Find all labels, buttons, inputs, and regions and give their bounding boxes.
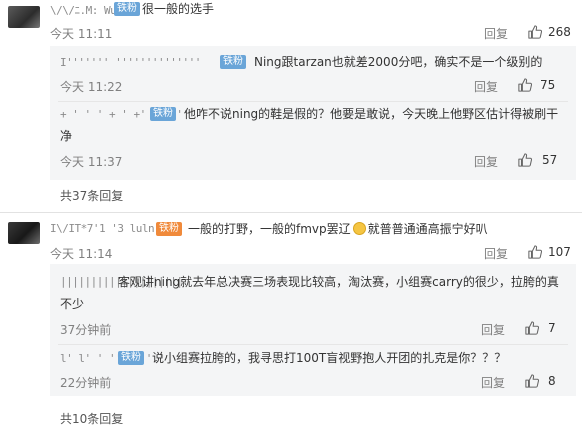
reply-text-line-2: 净 [60, 129, 73, 143]
more-replies-link[interactable]: 共37条回复 [60, 187, 123, 204]
reply-button[interactable]: 回复 [481, 321, 505, 338]
like-count: 8 [548, 374, 556, 388]
fan-badge: 铁粉 [156, 222, 182, 236]
avatar[interactable] [8, 6, 40, 28]
comment-text-part-1: 一般的打野，一般的fmvp罢辽 [188, 222, 351, 236]
reply-time: 今天 11:37 [60, 155, 123, 169]
fan-badge: 铁粉 [118, 351, 144, 365]
username[interactable]: \/\/ﾆ.M: Wu [50, 2, 117, 18]
reply-button[interactable]: 回复 [484, 25, 508, 42]
thread-divider [0, 212, 582, 213]
like-icon[interactable] [525, 374, 539, 388]
reply-button[interactable]: 回复 [481, 374, 505, 391]
reply-button[interactable]: 回复 [474, 78, 498, 95]
divider [58, 101, 568, 102]
reply-text: Ning跟tarzan也就差2000分吧，确实不是一个级别的 [254, 55, 543, 69]
like-icon[interactable] [518, 78, 532, 92]
divider [58, 344, 568, 345]
comment-thread-1: \/\/ﾆ.M: Wu 铁粉 很一般的选手 今天 11:11 回复 268 I'… [0, 0, 582, 210]
avatar[interactable] [8, 222, 40, 244]
like-count: 7 [548, 321, 556, 335]
reply-username[interactable]: l' l' ' ''' ' ' ' [60, 352, 165, 365]
like-icon[interactable] [528, 25, 542, 39]
like-count: 107 [548, 245, 571, 259]
like-count: 57 [542, 153, 558, 167]
smile-emoji-icon [352, 222, 366, 235]
reply-text: 说小组赛拉胯的，我寻思打100T盲视野抱人开团的扎克是你？？？ [152, 351, 507, 365]
reply-list: |||||||||||||||||||| 客观讲ning就去年总决赛三场表现比较… [50, 264, 576, 396]
reply-time: 今天 11:22 [60, 80, 123, 94]
reply-button[interactable]: 回复 [474, 153, 498, 170]
like-icon[interactable] [528, 245, 542, 259]
comment-text-part-2: 就普普通通高振宁好叭 [367, 222, 488, 236]
reply-text-line-1: 客观讲ning就去年总决赛三场表现比较高，淘汰赛，小组赛carry的很少，拉胯的… [118, 275, 559, 289]
reply-time: 22分钟前 [60, 376, 112, 390]
fan-badge: 铁粉 [220, 55, 246, 69]
reply-time: 37分钟前 [60, 323, 112, 337]
like-count: 268 [548, 25, 571, 39]
fan-badge: 铁粉 [150, 107, 176, 121]
comment-thread-2: I\/IT*7'1 '3 luln 铁粉 一般的打野，一般的fmvp罢辽 就普普通… [0, 214, 582, 436]
more-replies-link[interactable]: 共10条回复 [60, 410, 123, 427]
reply-text-line-1: 他咋不说ning的鞋是假的？他要是敢说，今天晚上他野区估计得被刷干 [184, 107, 559, 121]
reply-list: I''''''' '''''''''''''' 铁粉 Ning跟tarzan也就… [50, 46, 576, 180]
comment-time: 今天 11:14 [50, 247, 113, 261]
fan-badge: 铁粉 [114, 2, 140, 16]
like-count: 75 [540, 78, 556, 92]
comment-text: 很一般的选手 [142, 2, 215, 16]
comment-text: 一般的打野，一般的fmvp罢辽 就普普通通高振宁好叭 [188, 219, 488, 239]
like-icon[interactable] [518, 153, 532, 167]
reply-button[interactable]: 回复 [484, 245, 508, 262]
like-icon[interactable] [525, 321, 539, 335]
reply-username[interactable]: I''''''' '''''''''''''' [60, 56, 201, 69]
reply-text-line-2: 不少 [60, 297, 85, 311]
comment-time: 今天 11:11 [50, 27, 113, 41]
username[interactable]: I\/IT*7'1 '3 luln [50, 222, 155, 235]
